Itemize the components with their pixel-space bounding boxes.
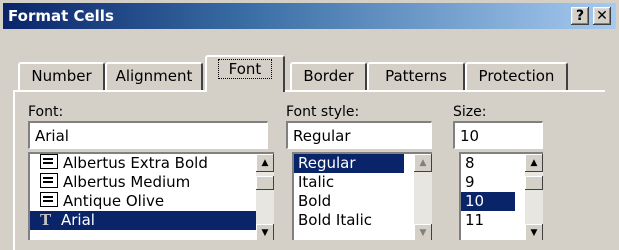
printer-font-icon [40,173,58,188]
font-style-label: Font style: [286,104,360,120]
scroll-thumb[interactable] [525,176,543,190]
printer-font-icon [40,154,58,169]
tab-alignment[interactable]: Alignment [105,62,203,90]
printer-font-icon [40,192,58,207]
font-list-scrollbar[interactable]: ▲ ▼ [256,154,274,240]
font-label: Font: [28,104,64,120]
size-list[interactable]: 8 9 10 11 ▲ ▼ [459,152,543,240]
list-item[interactable]: Bold [294,192,432,211]
scroll-down-button[interactable]: ▼ [525,224,543,240]
close-button[interactable]: ✕ [593,7,611,25]
size-input[interactable]: 10 [453,121,543,149]
truetype-font-icon: T [40,211,52,229]
help-button[interactable]: ? [571,7,589,25]
list-item[interactable]: Albertus Medium [30,173,274,192]
tab-patterns[interactable]: Patterns [367,62,465,90]
list-item-selected[interactable]: Regular [294,154,404,173]
scroll-down-button[interactable]: ▼ [414,224,432,240]
list-item-selected[interactable]: 10 [461,192,515,211]
scroll-down-button[interactable]: ▼ [256,224,274,240]
font-list[interactable]: Albertus Extra Bold Albertus Medium Anti… [28,152,274,240]
tab-border[interactable]: Border [290,62,367,90]
size-label: Size: [453,104,487,120]
list-item[interactable]: Albertus Extra Bold [30,154,274,173]
font-style-list-scrollbar[interactable]: ▲ ▼ [414,154,432,240]
list-item-selected[interactable]: T Arial [30,211,274,230]
size-list-scrollbar[interactable]: ▲ ▼ [525,154,543,240]
font-style-list[interactable]: Regular Italic Bold Bold Italic ▲ ▼ [292,152,432,240]
scroll-up-button[interactable]: ▲ [256,154,274,172]
font-input[interactable]: Arial [28,121,268,149]
font-style-input[interactable]: Regular [286,121,432,149]
list-item[interactable]: Antique Olive [30,192,274,211]
tab-protection[interactable]: Protection [465,62,568,90]
dialog-title: Format Cells [8,7,114,25]
scroll-up-button[interactable]: ▲ [525,154,543,172]
tab-number[interactable]: Number [18,62,105,90]
list-item[interactable]: Bold Italic [294,211,432,230]
tab-font[interactable]: Font [205,55,285,92]
scroll-up-button[interactable]: ▲ [414,154,432,172]
scroll-thumb[interactable] [256,176,274,190]
format-cells-dialog: Format Cells ? ✕ Number Alignment Font B… [0,0,619,250]
list-item[interactable]: Italic [294,173,432,192]
title-bar[interactable]: Format Cells ? ✕ [3,3,616,29]
